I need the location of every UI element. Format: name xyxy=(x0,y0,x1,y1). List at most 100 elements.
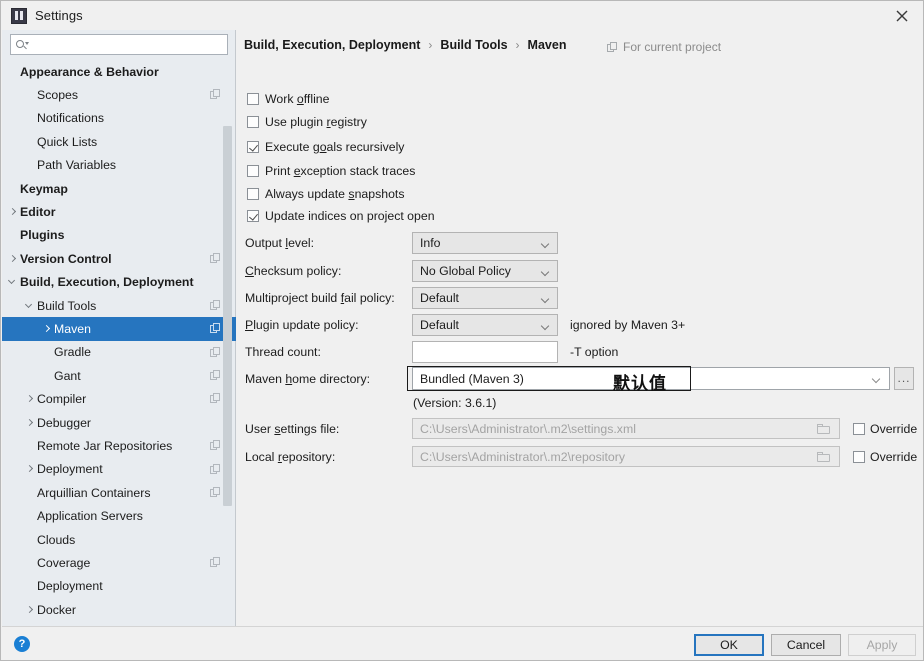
sidebar-item-label: Clouds xyxy=(37,532,76,547)
breadcrumb-item-1[interactable]: Build Tools xyxy=(440,38,507,52)
search-input[interactable] xyxy=(31,37,211,52)
tree-arrow-placeholder xyxy=(23,135,37,149)
chevron-right-icon[interactable] xyxy=(40,322,54,336)
checkbox-box xyxy=(853,422,865,435)
chevron-glyph xyxy=(42,324,51,333)
sidebar-item-arquillian-containers[interactable]: Arquillian Containers xyxy=(2,481,236,504)
label-part: Execute g xyxy=(265,140,320,154)
local-repository-input[interactable]: C:\Users\Administrator\.m2\repository xyxy=(412,446,840,467)
sidebar-item-scopes[interactable]: Scopes xyxy=(2,83,236,106)
sidebar-item-label: Path Variables xyxy=(37,158,117,173)
checkbox-work-offline[interactable]: Work offline xyxy=(247,92,330,106)
sidebar-item-notifications[interactable]: Notifications xyxy=(2,107,236,130)
folder-icon[interactable] xyxy=(817,424,831,435)
chevron-glyph xyxy=(8,254,17,262)
tree-arrow-placeholder xyxy=(23,111,37,125)
tree-arrow-placeholder xyxy=(6,65,20,79)
plugin-update-policy-row: Plugin update policy: Default ignored by… xyxy=(245,314,685,336)
sidebar-item-label: Scopes xyxy=(37,88,79,103)
output-level-select[interactable]: Info xyxy=(412,232,558,254)
label-part: Print xyxy=(265,164,294,178)
sidebar-item-coverage[interactable]: Coverage xyxy=(2,551,236,574)
project-scope-icon xyxy=(210,463,221,475)
cancel-button[interactable]: Cancel xyxy=(771,634,841,656)
sidebar-item-deployment[interactable]: Deployment xyxy=(2,575,236,598)
checkbox-use-plugin-registry[interactable]: Use plugin registry xyxy=(247,115,367,129)
sidebar-item-label: Gant xyxy=(54,368,81,383)
chevron-down-icon[interactable] xyxy=(23,299,37,313)
sidebar-item-maven[interactable]: Maven xyxy=(2,317,236,341)
sidebar-item-keymap[interactable]: Keymap xyxy=(2,177,236,200)
vertical-scrollbar[interactable] xyxy=(223,126,232,506)
sidebar-item-path-variables[interactable]: Path Variables xyxy=(2,154,236,177)
label-part: Use plugin xyxy=(265,115,327,129)
project-scope-icon xyxy=(210,487,221,498)
sidebar-item-label: Docker xyxy=(37,602,76,617)
plugin-update-policy-value: Default xyxy=(420,318,459,332)
output-level-value: Info xyxy=(420,236,441,250)
tree-arrow-placeholder xyxy=(40,345,54,359)
sidebar-item-application-servers[interactable]: Application Servers xyxy=(2,504,236,527)
sidebar-item-gradle[interactable]: Gradle xyxy=(2,341,236,364)
user-settings-file-row: User settings file: C:\Users\Administrat… xyxy=(245,418,917,439)
sidebar-item-build-tools[interactable]: Build Tools xyxy=(2,294,236,317)
sidebar-item-label: Debugger xyxy=(37,415,92,430)
sidebar-item-deployment[interactable]: Deployment xyxy=(2,458,236,481)
multiproject-fail-policy-select[interactable]: Default xyxy=(412,287,558,309)
thread-count-input[interactable] xyxy=(412,341,558,363)
sidebar-item-plugins[interactable]: Plugins xyxy=(2,224,236,247)
chevron-down-icon xyxy=(540,267,550,277)
checkbox-always-update-snapshots[interactable]: Always update snapshots xyxy=(247,187,404,201)
sidebar-item-debugger[interactable]: Debugger xyxy=(2,411,236,434)
help-icon[interactable]: ? xyxy=(14,636,30,652)
search-box[interactable] xyxy=(10,34,228,55)
sidebar-item-appearance-behavior[interactable]: Appearance & Behavior xyxy=(2,60,236,83)
sidebar-item-label: Editor xyxy=(20,205,56,220)
breadcrumb-item-2: Maven xyxy=(527,38,567,52)
close-icon[interactable] xyxy=(879,1,923,30)
user-settings-file-input[interactable]: C:\Users\Administrator\.m2\settings.xml xyxy=(412,418,840,439)
checksum-policy-select[interactable]: No Global Policy xyxy=(412,260,558,282)
chevron-right-icon[interactable] xyxy=(23,603,37,617)
chevron-right-icon[interactable] xyxy=(6,205,20,219)
tree-arrow-placeholder xyxy=(6,182,20,196)
chevron-right-icon[interactable] xyxy=(23,392,37,406)
chevron-down-icon[interactable] xyxy=(6,275,20,289)
tree-arrow-placeholder xyxy=(23,486,37,500)
sidebar-item-label: Deployment xyxy=(37,579,103,594)
thread-count-label: Thread count: xyxy=(245,345,321,359)
plugin-update-policy-select[interactable]: Default xyxy=(412,314,558,336)
chevron-right-icon[interactable] xyxy=(23,462,37,476)
label-part: Work xyxy=(265,92,297,106)
folder-icon[interactable] xyxy=(817,452,831,463)
checkbox-print-exception-stack-traces[interactable]: Print exception stack traces xyxy=(247,164,415,178)
local-repository-override-checkbox[interactable]: Override xyxy=(853,450,917,464)
sidebar-item-quick-lists[interactable]: Quick Lists xyxy=(2,130,236,153)
ok-button[interactable]: OK xyxy=(694,634,764,656)
checkbox-execute-goals-recursively[interactable]: Execute goals recursively xyxy=(247,140,404,154)
tree-arrow-placeholder xyxy=(23,158,37,172)
breadcrumb-item-0[interactable]: Build, Execution, Deployment xyxy=(244,38,420,52)
user-settings-override-checkbox[interactable]: Override xyxy=(853,422,917,436)
sidebar-item-version-control[interactable]: Version Control xyxy=(2,247,236,270)
chevron-right-icon[interactable] xyxy=(6,252,20,266)
sidebar-item-label: Version Control xyxy=(20,251,112,266)
checkbox-update-indices-on-project-open[interactable]: Update indices on project open xyxy=(247,209,435,223)
breadcrumb-separator: › xyxy=(515,38,520,52)
sidebar-item-docker[interactable]: Docker xyxy=(2,598,236,621)
sidebar-item-compiler[interactable]: Compiler xyxy=(2,387,236,410)
maven-home-browse-button[interactable]: ... xyxy=(894,367,914,390)
sidebar-item-build-execution-deployment[interactable]: Build, Execution, Deployment xyxy=(2,271,236,294)
multiproject-fail-policy-value: Default xyxy=(420,291,459,305)
sidebar-item-editor[interactable]: Editor xyxy=(2,200,236,223)
checkbox-label: Print exception stack traces xyxy=(265,164,415,178)
maven-settings-panel: Build, Execution, Deployment › Build Too… xyxy=(237,30,923,626)
chevron-right-icon[interactable] xyxy=(23,416,37,430)
maven-version-note: (Version: 3.6.1) xyxy=(413,396,497,410)
sidebar-item-clouds[interactable]: Clouds xyxy=(2,528,236,551)
project-scope-icon xyxy=(210,393,221,404)
plugin-update-policy-hint: ignored by Maven 3+ xyxy=(570,318,686,332)
chevron-glyph xyxy=(25,605,34,613)
sidebar-item-remote-jar-repositories[interactable]: Remote Jar Repositories xyxy=(2,434,236,457)
sidebar-item-gant[interactable]: Gant xyxy=(2,364,236,387)
